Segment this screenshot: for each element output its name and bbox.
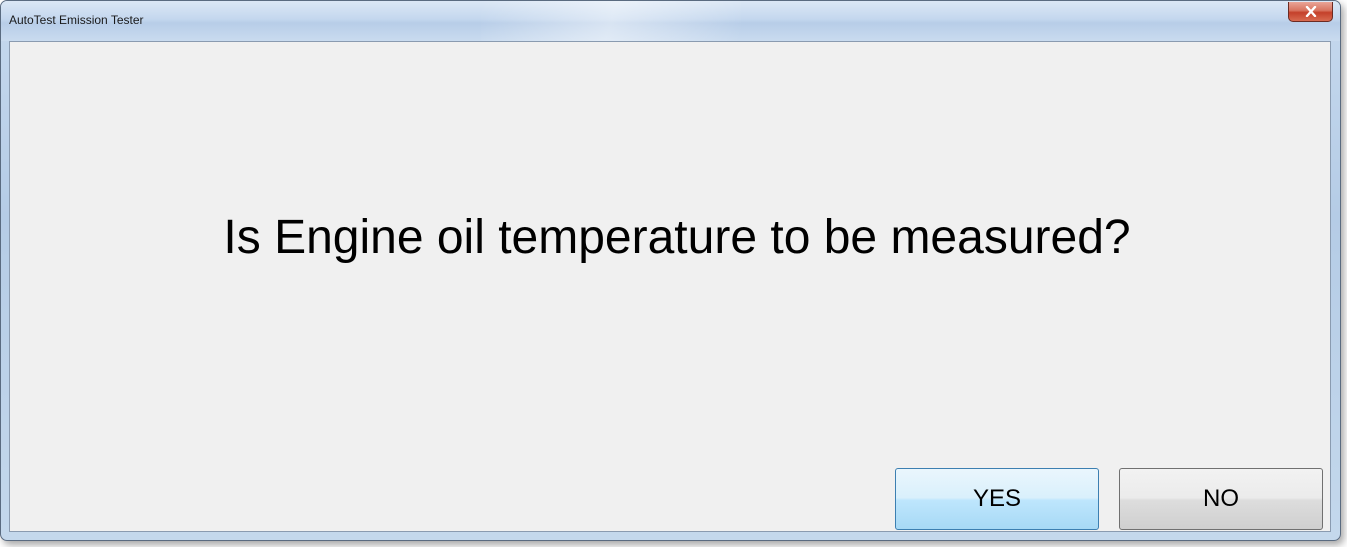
- dialog-body: Is Engine oil temperature to be measured…: [9, 41, 1331, 532]
- no-button[interactable]: NO: [1119, 468, 1323, 530]
- dialog-window: AutoTest Emission Tester Is Engine oil t…: [0, 0, 1341, 541]
- question-text: Is Engine oil temperature to be measured…: [223, 211, 1131, 264]
- title-bar[interactable]: AutoTest Emission Tester: [1, 1, 1340, 41]
- window-title: AutoTest Emission Tester: [9, 13, 144, 27]
- yes-button[interactable]: YES: [895, 468, 1099, 530]
- close-button[interactable]: [1288, 2, 1333, 22]
- close-x-icon: [1305, 6, 1317, 17]
